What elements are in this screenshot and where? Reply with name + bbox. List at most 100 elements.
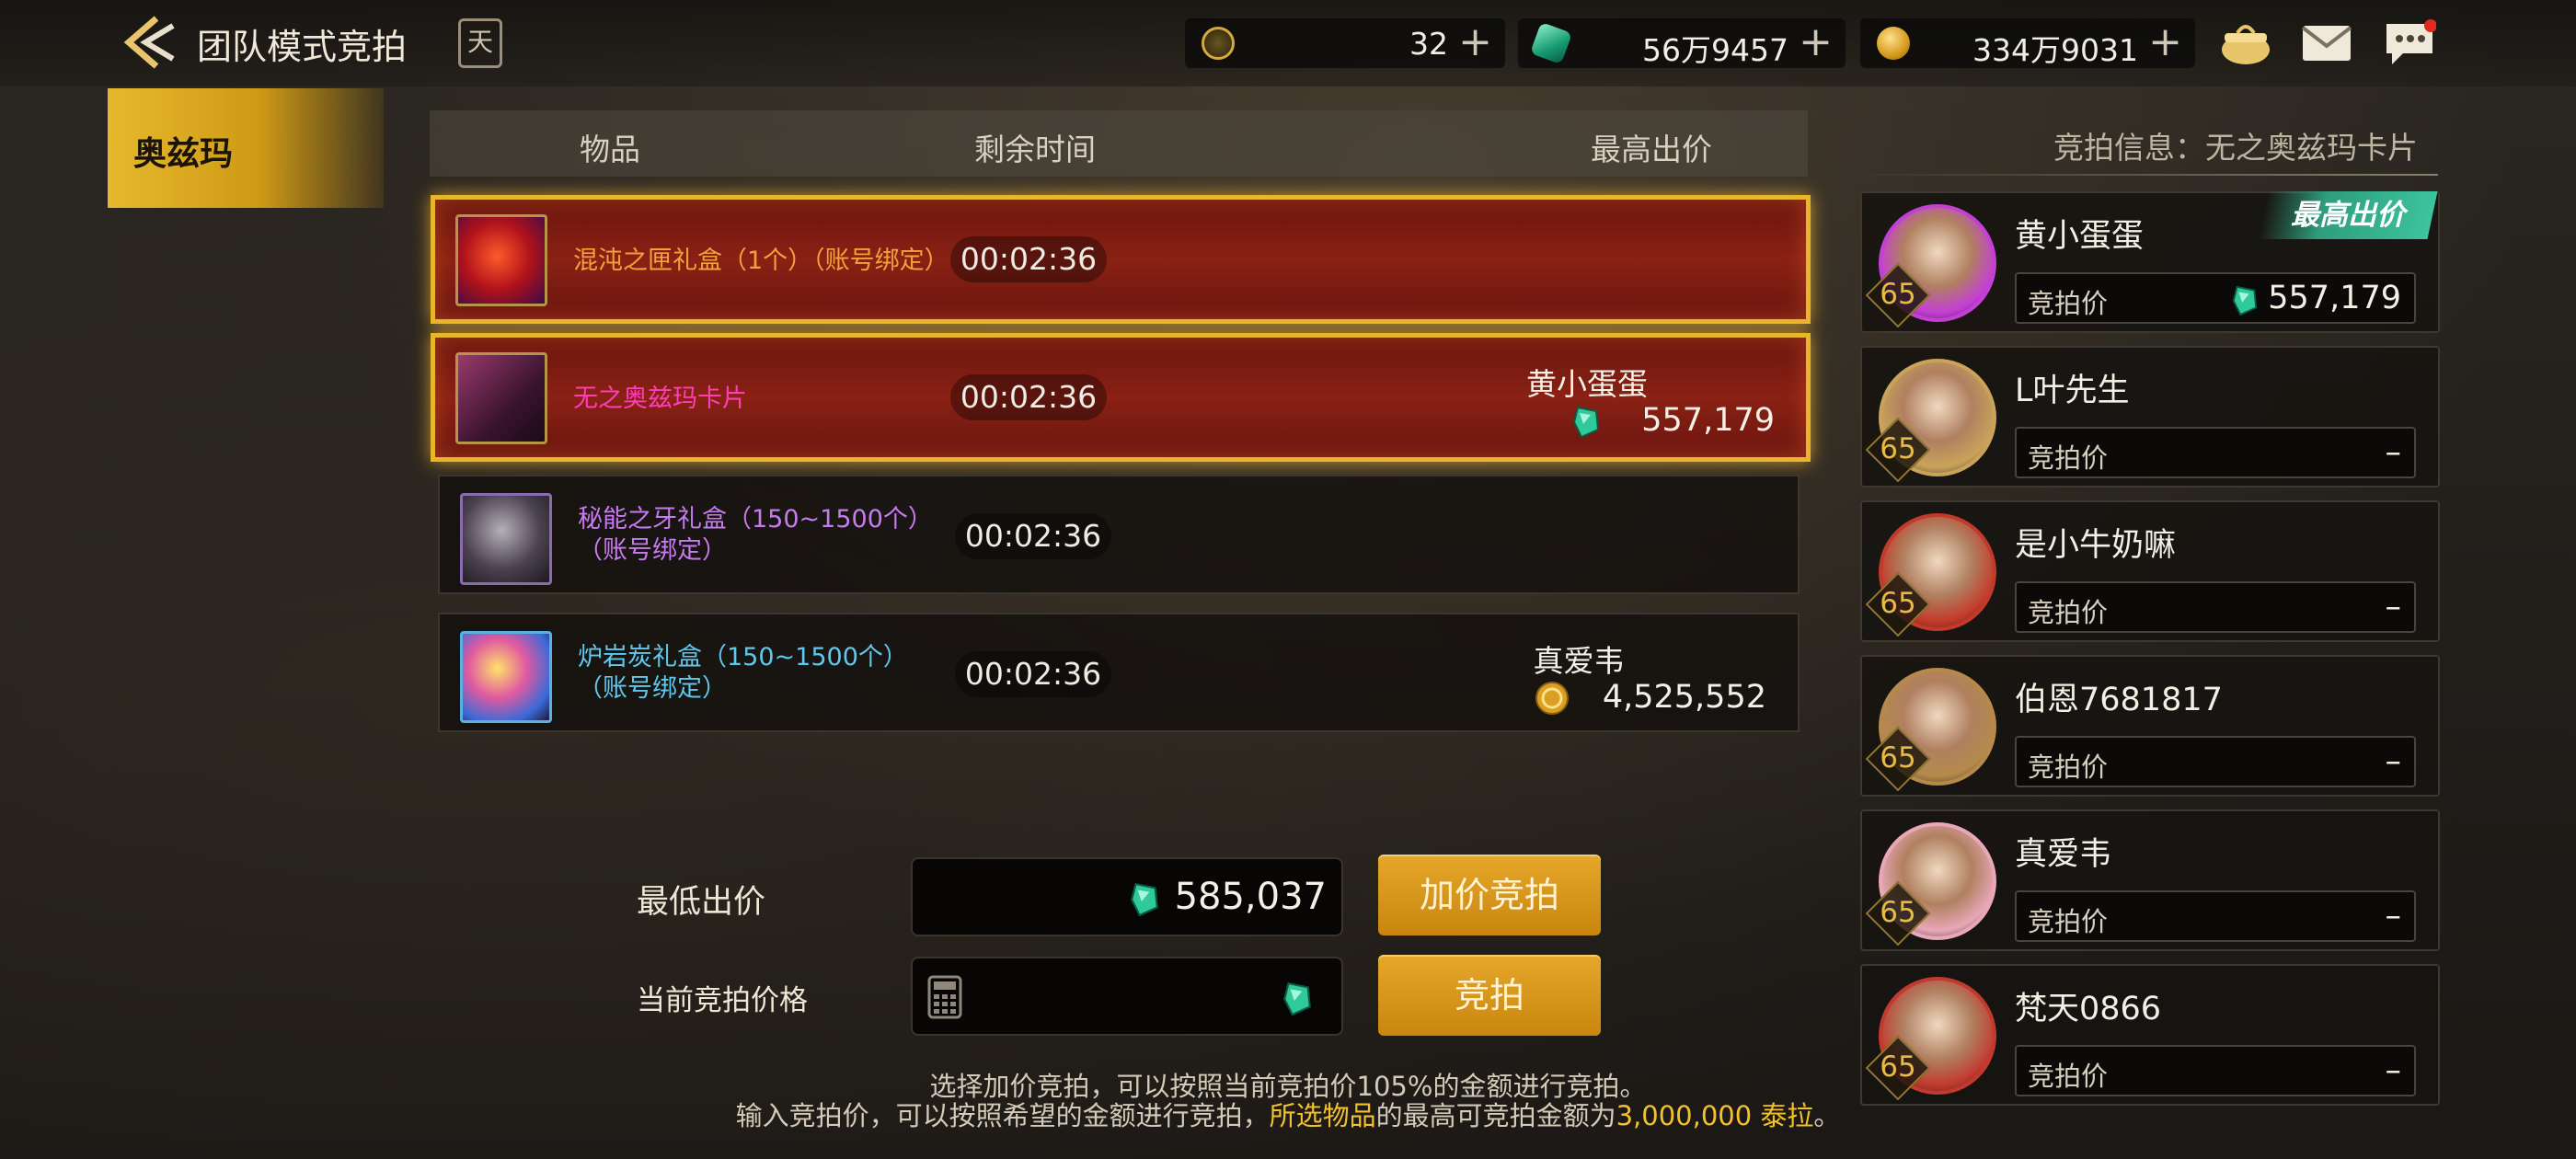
current-bid-label: 当前竞拍价格 — [637, 984, 808, 1017]
min-bid-field: 585,037 — [911, 857, 1343, 936]
bidder-name: 真爱韦 — [2015, 836, 2112, 873]
ozma-card-icon — [455, 352, 547, 444]
item-top-bidder: 黄小蛋蛋 — [1526, 366, 1648, 402]
item-name: 秘能之牙礼盒（150~1500个） （账号绑定） — [578, 505, 933, 565]
green-gem-icon — [1281, 979, 1314, 1021]
bidder-card[interactable]: 65 真爱韦竞拍价 – — [1860, 809, 2440, 951]
level-text: 65 — [1880, 432, 1916, 465]
raise-bid-button[interactable]: 加价竞拍 — [1378, 855, 1601, 935]
hint-part: 。 — [1813, 1100, 1841, 1131]
col-item-header: 物品 — [580, 132, 640, 167]
item-timer: 00:02:36 — [950, 374, 1107, 420]
item-timer: 00:02:36 — [955, 651, 1111, 697]
top-bid-badge: 最高出价 — [2258, 191, 2438, 239]
bidder-card[interactable]: 65 梵天0866 竞拍价 – — [1860, 964, 2440, 1106]
currency-value: 32 — [1409, 26, 1448, 62]
list-item[interactable]: 秘能之牙礼盒（150~1500个） （账号绑定） 00:02:36 — [438, 475, 1800, 594]
min-bid-label: 最低出价 — [637, 884, 766, 921]
green-gem-icon — [1570, 404, 1602, 439]
add-currency-button[interactable]: + — [1799, 20, 1833, 64]
list-item[interactable]: 混沌之匣礼盒（1个）（账号绑定） 00:02:36 — [431, 195, 1811, 324]
bidder-bid-field: 竞拍价 – — [2015, 427, 2416, 478]
list-header: 物品 剩余时间 最高出价 — [430, 110, 1808, 177]
item-name: 混沌之匣礼盒（1个）（账号绑定） — [573, 247, 949, 275]
level-text: 65 — [1880, 741, 1916, 775]
col-time-header: 剩余时间 — [974, 132, 1096, 167]
add-currency-button[interactable]: + — [1458, 20, 1492, 64]
item-name: 炉岩炭礼盒（150~1500个） （账号绑定） — [578, 643, 908, 703]
green-gem-icon — [2230, 283, 2260, 316]
badge-label: 最高出价 — [2291, 199, 2405, 232]
level-text: 65 — [1880, 1050, 1916, 1084]
currency-moon-coin: 32 + — [1185, 18, 1505, 68]
currency-green-gem: 56万9457 + — [1518, 18, 1846, 68]
add-currency-button[interactable]: + — [2148, 20, 2182, 64]
item-timer: 00:02:36 — [950, 236, 1107, 282]
bidder-bid-field: 竞拍价 – — [2015, 581, 2416, 633]
calendar-icon[interactable]: 天 — [458, 18, 502, 68]
fang-box-icon — [460, 493, 552, 585]
bidder-bid-value: 557,179 — [2268, 280, 2401, 316]
item-top-bid: 557,179 — [1641, 402, 1775, 439]
tab-label: 奥兹玛 — [133, 135, 234, 173]
bid-label: 竞拍价 — [2028, 752, 2109, 783]
gold-coin-icon — [1535, 681, 1569, 716]
shop-bag-icon[interactable] — [2219, 18, 2272, 68]
bid-button[interactable]: 竞拍 — [1378, 955, 1601, 1036]
list-item[interactable]: 无之奥兹玛卡片 00:02:36 黄小蛋蛋 557,179 — [431, 333, 1811, 462]
bidder-name: 伯恩7681817 — [2015, 682, 2223, 718]
currency-value: 334万9031 — [1972, 32, 2138, 68]
bidder-bid-field: 竞拍价 – — [2015, 890, 2416, 942]
item-top-bid: 4,525,552 — [1602, 679, 1766, 716]
list-item[interactable]: 炉岩炭礼盒（150~1500个） （账号绑定） 00:02:36 真爱韦 4,5… — [438, 613, 1800, 732]
current-bid-input[interactable] — [911, 957, 1343, 1036]
bid-label: 竞拍价 — [2028, 442, 2109, 474]
moon-coin-icon — [1202, 27, 1235, 60]
level-text: 65 — [1880, 278, 1916, 311]
level-text: 65 — [1880, 587, 1916, 620]
bid-info-title: 竞拍信息：无之奥兹玛卡片 — [2053, 130, 2418, 166]
col-bid-header: 最高出价 — [1591, 132, 1712, 167]
hint-part: 的最高可竞拍金额为 — [1375, 1100, 1616, 1131]
tab-ozma[interactable]: 奥兹玛 — [108, 88, 384, 208]
bid-label: 竞拍价 — [2028, 597, 2109, 628]
chat-icon[interactable] — [2383, 18, 2437, 68]
hint-highlight: 3,000,000 泰拉 — [1616, 1100, 1814, 1131]
hint-part: 输入竞拍价，可以按照希望的金额进行竞拍， — [735, 1100, 1270, 1131]
level-text: 65 — [1880, 896, 1916, 929]
bidder-bid-value: – — [2385, 1052, 2402, 1089]
back-arrow-icon[interactable] — [120, 13, 184, 72]
bid-label: 竞拍价 — [2028, 906, 2109, 937]
green-gem-icon — [1128, 879, 1161, 922]
gold-coin-icon — [1877, 27, 1910, 60]
currency-value: 56万9457 — [1642, 32, 1788, 68]
min-bid-value: 585,037 — [1174, 876, 1327, 918]
bidder-bid-value: – — [2385, 743, 2402, 780]
calculator-icon[interactable] — [927, 975, 962, 1023]
bid-label: 竞拍价 — [2028, 288, 2109, 319]
lava-coal-box-icon — [460, 631, 552, 723]
bidder-name: 黄小蛋蛋 — [2015, 218, 2145, 255]
item-timer: 00:02:36 — [955, 513, 1111, 559]
bidder-card[interactable]: 65 是小牛奶嘛竞拍价 – — [1860, 500, 2440, 642]
page-title: 团队模式竞拍 — [197, 27, 408, 67]
mail-icon[interactable] — [2300, 18, 2353, 68]
bidder-bid-value: – — [2385, 589, 2402, 625]
green-gem-icon — [1529, 21, 1573, 65]
bidder-name: 是小牛奶嘛 — [2015, 527, 2177, 564]
bidder-bid-value: – — [2385, 434, 2402, 471]
currency-gold-coin: 334万9031 + — [1860, 18, 2195, 68]
bidder-bid-value: – — [2385, 898, 2402, 935]
bidder-card[interactable]: 65 L叶先生竞拍价 – — [1860, 346, 2440, 488]
divider — [1849, 174, 2438, 176]
bidder-bid-field: 竞拍价 – — [2015, 1045, 2416, 1096]
bidder-name: L叶先生 — [2015, 373, 2130, 409]
item-name: 无之奥兹玛卡片 — [573, 384, 747, 413]
bidder-card[interactable]: 65 伯恩7681817 竞拍价 – — [1860, 655, 2440, 797]
bid-label: 竞拍价 — [2028, 1061, 2109, 1092]
bidder-bid-field: 竞拍价 – — [2015, 736, 2416, 787]
hint-highlight: 所选物品 — [1269, 1100, 1376, 1131]
chaos-box-icon — [455, 214, 547, 306]
item-top-bidder: 真爱韦 — [1533, 643, 1625, 679]
bidder-name: 梵天0866 — [2015, 991, 2162, 1027]
